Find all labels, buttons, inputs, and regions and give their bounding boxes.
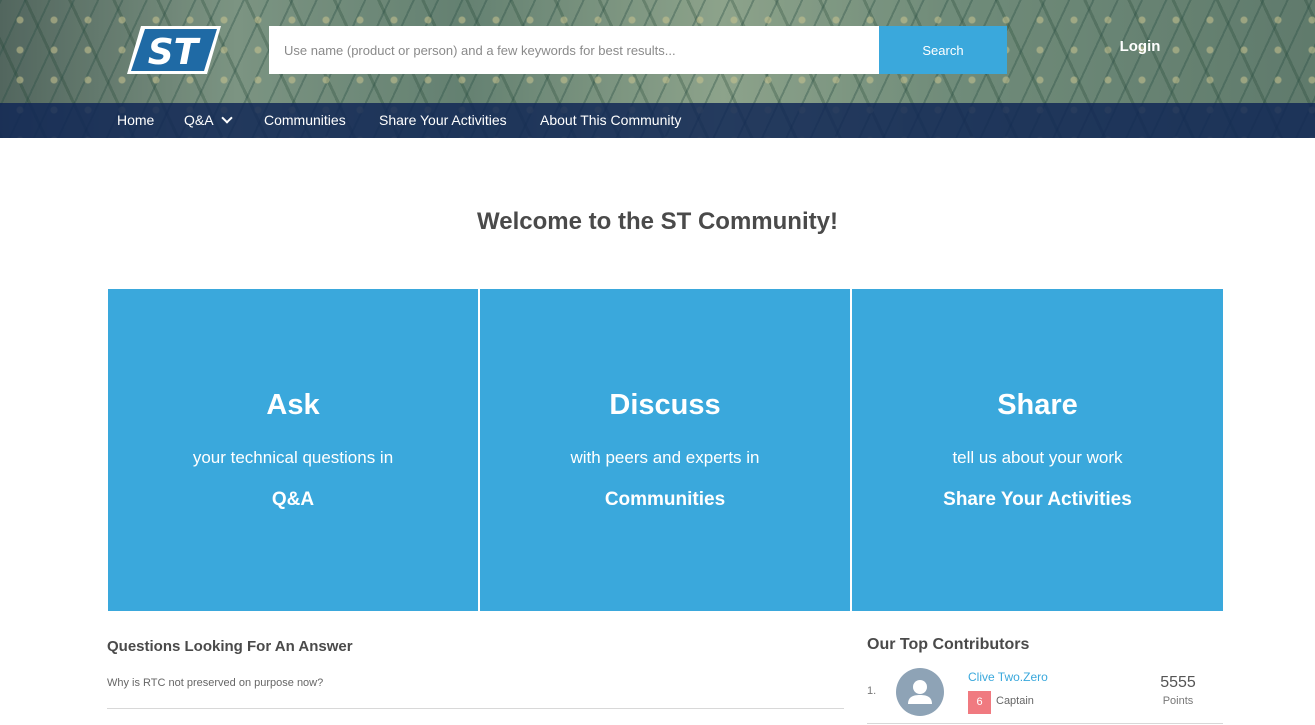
tile-title: Ask [266,389,320,421]
tile-discuss[interactable]: Discuss with peers and experts in Commun… [480,289,850,611]
contributor-points: 5555 [1160,674,1196,691]
nav-item-label: Share Your Activities [379,112,507,128]
divider [107,708,844,709]
search-input[interactable] [269,26,879,74]
nav-item-label: Q&A [184,112,214,128]
contributor-name[interactable]: Clive Two.Zero [968,670,1048,684]
nav-item-label: Communities [264,112,346,128]
page-title: Welcome to the ST Community! [477,208,838,235]
nav-item-communities[interactable]: Communities [264,103,346,138]
login-link[interactable]: Login [1100,38,1180,55]
site-header: ST Search Login Home Q&A Communities Sha… [0,0,1315,138]
st-logo[interactable]: ST [127,26,221,74]
tile-ask[interactable]: Ask your technical questions in Q&A [108,289,478,611]
tile-title: Share [997,389,1078,421]
contributors-heading: Our Top Contributors [867,636,1030,653]
chevron-down-icon [220,112,233,124]
avatar[interactable] [896,668,944,716]
nav-item-home[interactable]: Home [117,103,154,138]
nav-item-about[interactable]: About This Community [540,103,681,138]
nav-item-label: Home [117,112,155,128]
tile-subtitle: your technical questions in [192,448,394,467]
tile-title: Discuss [609,389,721,421]
nav-item-qa[interactable]: Q&A [184,103,233,138]
divider [867,723,1223,724]
level-badge: 6 [968,691,991,714]
contributor-role: Captain [996,695,1034,707]
contributor-rank: 1. [867,685,877,697]
logo-text: ST [148,32,201,73]
question-link[interactable]: Why is RTC not preserved on purpose now? [107,677,323,689]
tile-link[interactable]: Communities [480,489,850,511]
nav-item-label: About This Community [540,112,682,128]
tile-link[interactable]: Share Your Activities [852,489,1223,511]
search-button[interactable]: Search [879,26,1007,74]
tile-subtitle: tell us about your work [952,448,1123,467]
tile-link[interactable]: Q&A [108,489,478,511]
user-icon [908,680,932,704]
main-nav: Home Q&A Communities Share Your Activiti… [0,103,1315,138]
tile-subtitle: with peers and experts in [570,448,760,467]
nav-item-share-your-activities[interactable]: Share Your Activities [379,103,507,138]
tile-share[interactable]: Share tell us about your work Share Your… [852,289,1223,611]
points-label: Points [1162,695,1194,707]
questions-heading: Questions Looking For An Answer [107,638,353,655]
